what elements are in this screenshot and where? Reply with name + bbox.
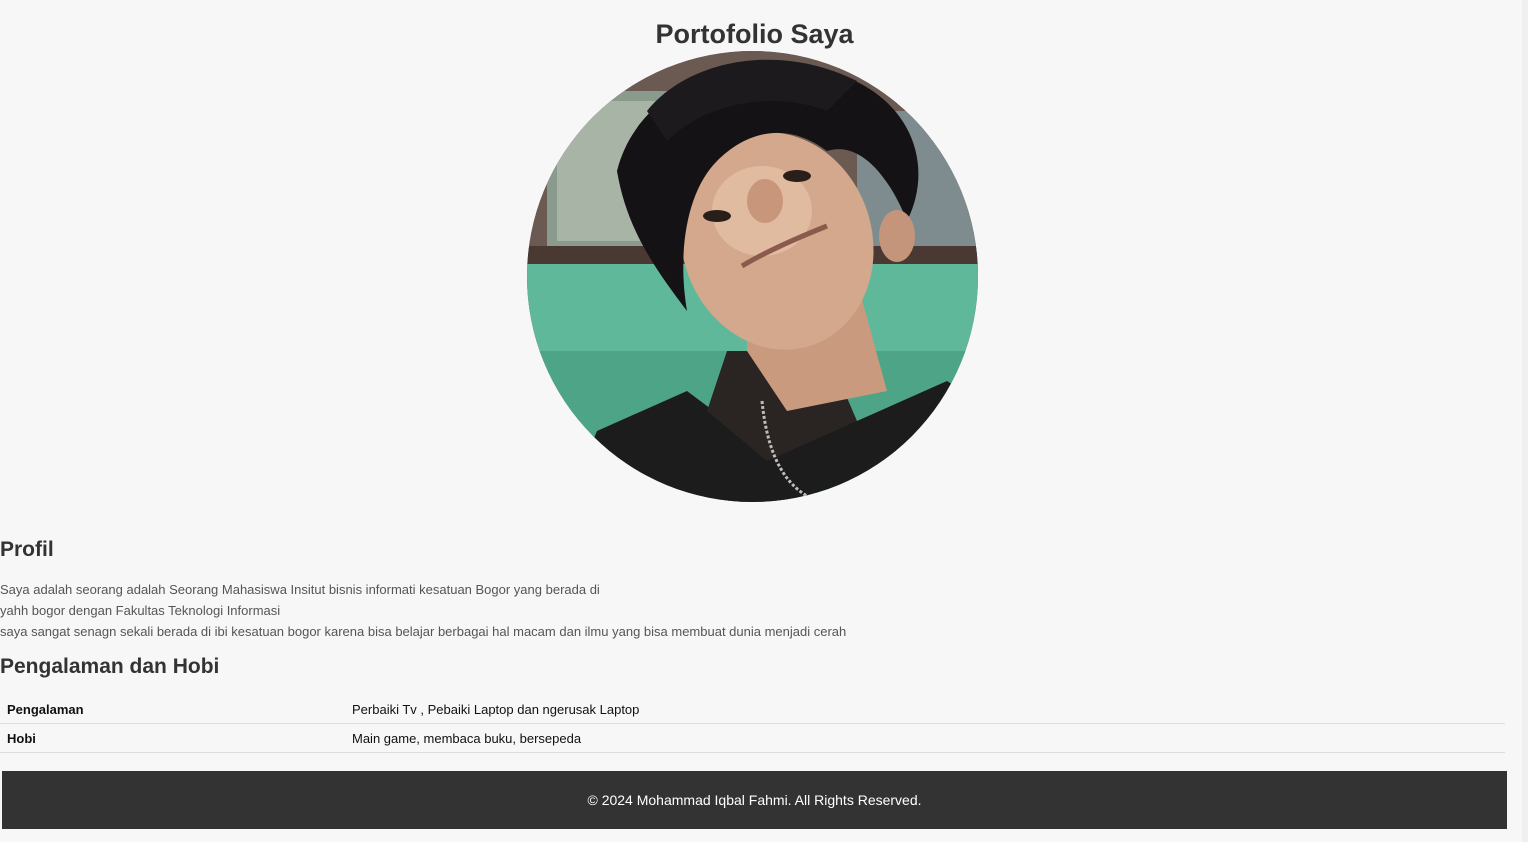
- profile-line: saya sangat senagn sekali berada di ibi …: [0, 624, 847, 639]
- footer: © 2024 Mohammad Iqbal Fahmi. All Rights …: [2, 771, 1507, 829]
- profile-heading: Profil: [0, 538, 54, 561]
- row-label: Hobi: [0, 723, 345, 753]
- page: Portofolio Saya Profil Saya adalah seora…: [0, 0, 1528, 842]
- page-title: Portofolio Saya: [655, 19, 854, 49]
- row-value: Perbaiki Tv , Pebaiki Laptop dan ngerusa…: [345, 695, 1505, 724]
- profile-line: Saya adalah seorang adalah Seorang Mahas…: [0, 582, 600, 597]
- profile-line: yahh bogor dengan Fakultas Teknologi Inf…: [0, 603, 281, 618]
- table-row: Pengalaman Perbaiki Tv , Pebaiki Laptop …: [0, 695, 1505, 724]
- main-content: Portofolio Saya: [2, 0, 1507, 51]
- table-row: Hobi Main game, membaca buku, bersepeda: [0, 723, 1505, 753]
- profile-photo-image: [527, 51, 978, 502]
- vertical-scrollbar[interactable]: [1522, 0, 1528, 842]
- row-label: Pengalaman: [0, 695, 345, 724]
- experience-table: Pengalaman Perbaiki Tv , Pebaiki Laptop …: [0, 695, 1505, 753]
- experience-heading: Pengalaman dan Hobi: [0, 655, 220, 678]
- row-value: Main game, membaca buku, bersepeda: [345, 723, 1505, 753]
- profile-description: Saya adalah seorang adalah Seorang Mahas…: [0, 579, 846, 642]
- footer-copyright: © 2024 Mohammad Iqbal Fahmi. All Rights …: [587, 792, 922, 808]
- profile-photo: [527, 51, 978, 502]
